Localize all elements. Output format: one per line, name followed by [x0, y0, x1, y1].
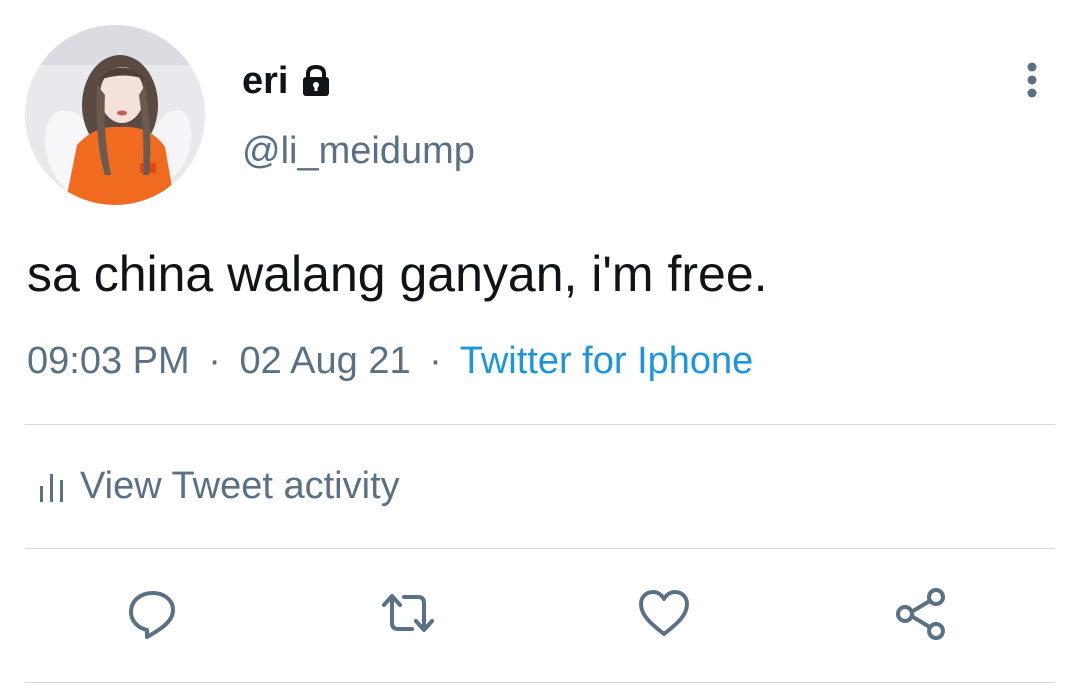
- tweet-text: sa china walang ganyan, i'm free.: [27, 246, 768, 302]
- name-row: eri: [242, 56, 334, 106]
- more-options-icon[interactable]: [1012, 60, 1052, 100]
- tweet-date: 02 Aug 21: [239, 340, 411, 382]
- tweet-time: 09:03 PM: [27, 340, 190, 382]
- share-button[interactable]: [893, 585, 949, 641]
- separator: ·: [208, 340, 221, 382]
- bar-chart-icon: [40, 473, 63, 502]
- avatar-image: [25, 25, 205, 205]
- tweet-meta: 09:03 PM · 02 Aug 21 · Twitter for Iphon…: [27, 340, 753, 383]
- view-tweet-activity-label: View Tweet activity: [80, 465, 400, 507]
- tweet-source-link[interactable]: Twitter for Iphone: [460, 340, 754, 382]
- heart-icon: [639, 590, 689, 636]
- retweet-icon: [382, 594, 434, 632]
- reply-button[interactable]: [125, 585, 181, 641]
- lock-icon: [298, 63, 334, 99]
- divider: [25, 424, 1055, 425]
- divider: [25, 548, 1055, 549]
- retweet-button[interactable]: [380, 585, 436, 641]
- separator: ·: [429, 340, 442, 382]
- reply-icon: [129, 591, 175, 639]
- like-button[interactable]: [636, 585, 692, 641]
- handle[interactable]: @li_meidump: [242, 130, 475, 173]
- display-name[interactable]: eri: [242, 60, 288, 103]
- share-icon: [896, 588, 945, 640]
- view-tweet-activity-button[interactable]: View Tweet activity: [38, 465, 400, 508]
- divider: [25, 682, 1055, 683]
- avatar[interactable]: [25, 25, 205, 205]
